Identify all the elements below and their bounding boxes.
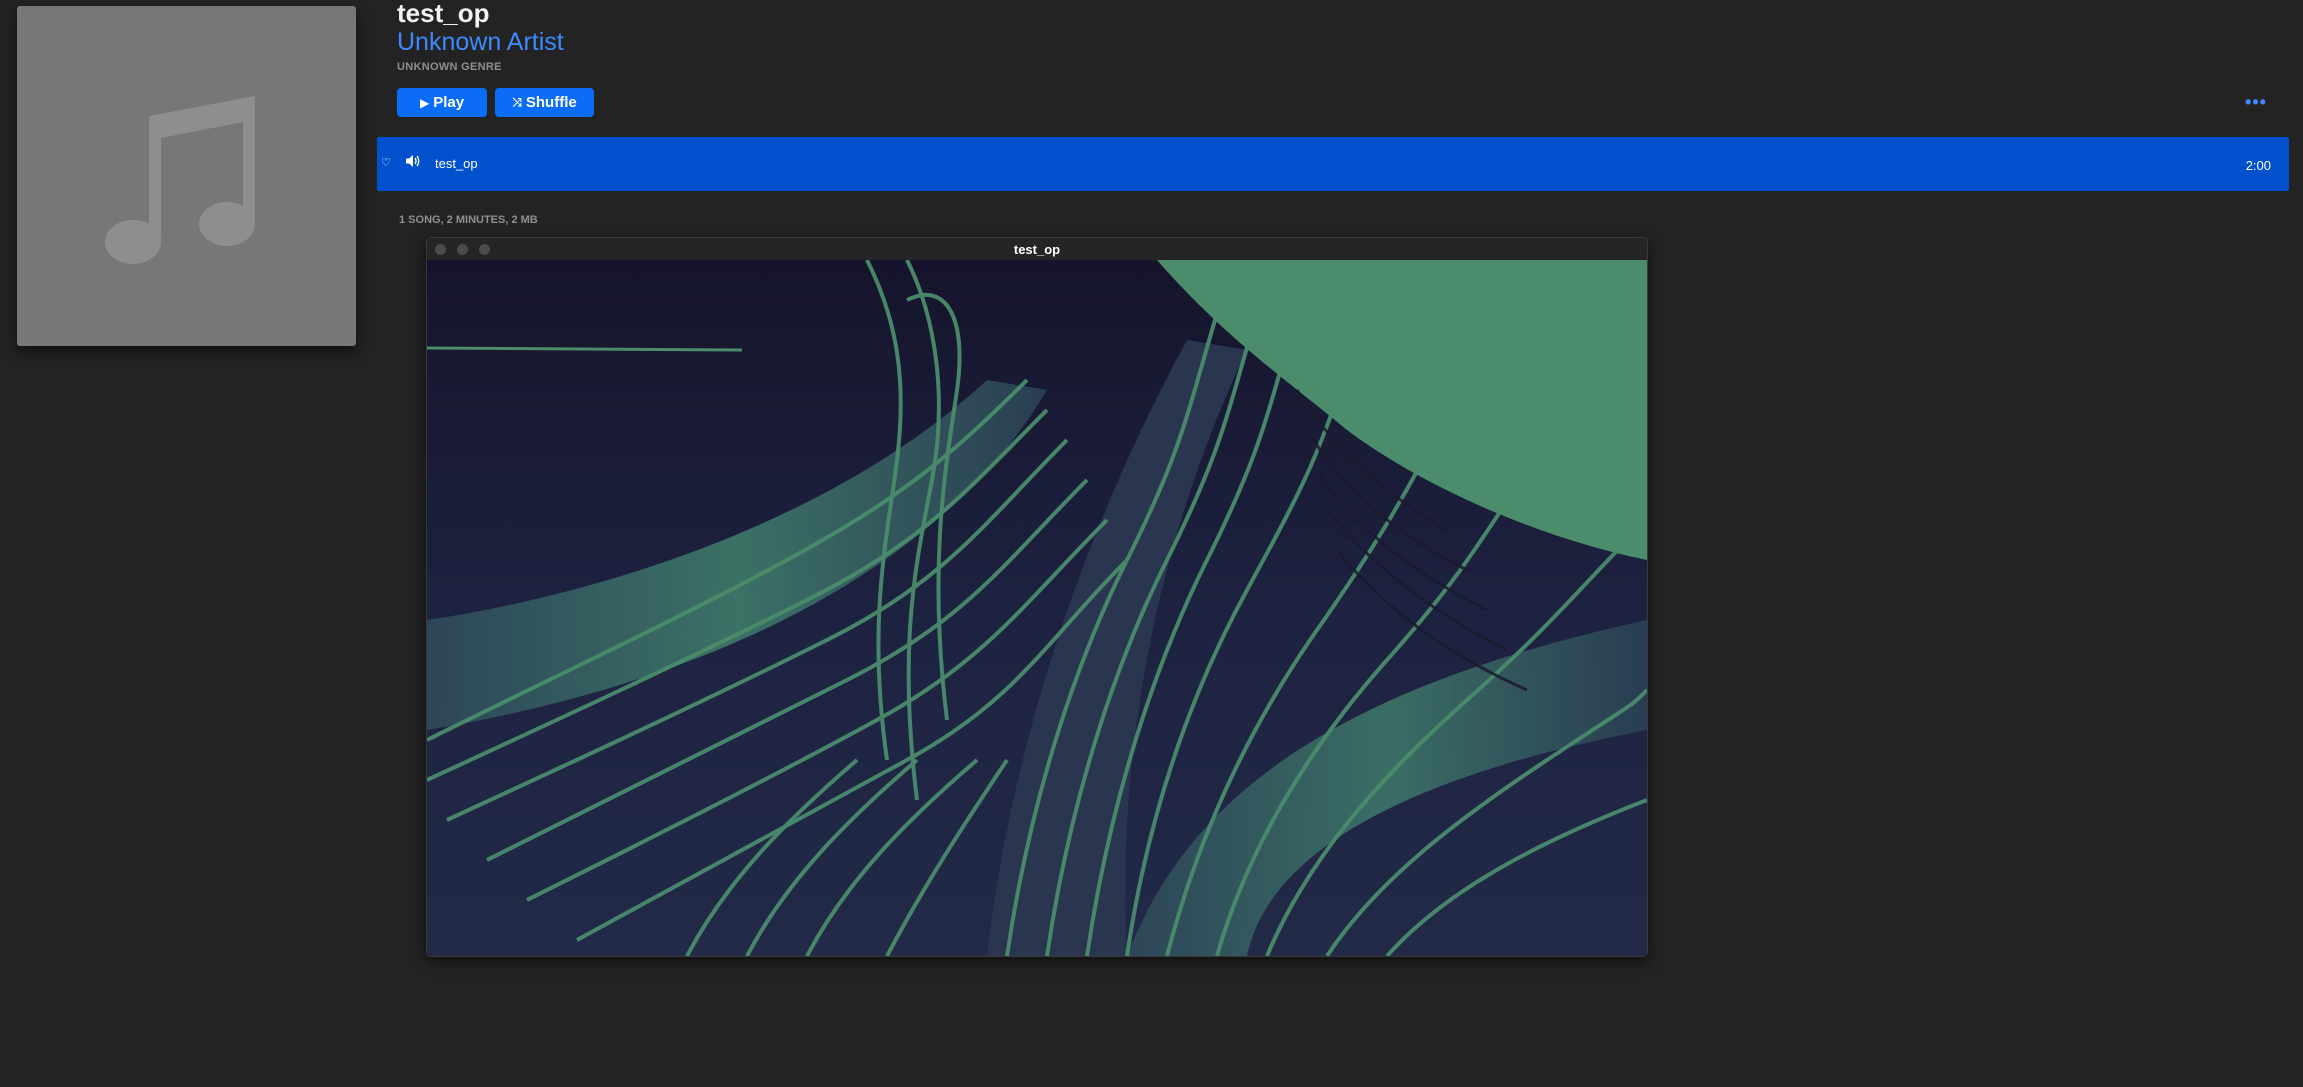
album-artist-link[interactable]: Unknown Artist (397, 28, 564, 57)
ellipsis-icon: ••• (2245, 91, 2267, 112)
album-artwork (17, 6, 356, 346)
video-visualization (427, 260, 1647, 956)
heart-icon[interactable]: ♡ (381, 156, 391, 169)
more-options-button[interactable]: ••• (2244, 92, 2268, 112)
shuffle-button[interactable]: ⤨ Shuffle (495, 88, 594, 117)
track-title: test_op (435, 156, 478, 171)
play-button-label: Play (433, 94, 465, 111)
window-titlebar[interactable]: test_op (427, 238, 1647, 260)
play-icon: ▶ (419, 95, 430, 110)
album-genre: UNKNOWN GENRE (397, 61, 502, 73)
album-title: test_op (397, 0, 490, 28)
video-player-window[interactable]: test_op (426, 237, 1648, 957)
shuffle-button-label: Shuffle (525, 94, 577, 111)
play-button[interactable]: ▶ Play (397, 88, 487, 117)
album-summary: 1 SONG, 2 MINUTES, 2 MB (399, 214, 538, 226)
shuffle-icon: ⤨ (512, 95, 522, 109)
window-title: test_op (1013, 242, 1061, 257)
music-note-icon (104, 96, 255, 264)
track-row[interactable]: ♡ test_op 2:00 (377, 137, 2289, 191)
track-duration: 2:00 (2245, 158, 2271, 173)
speaker-icon (405, 154, 421, 173)
